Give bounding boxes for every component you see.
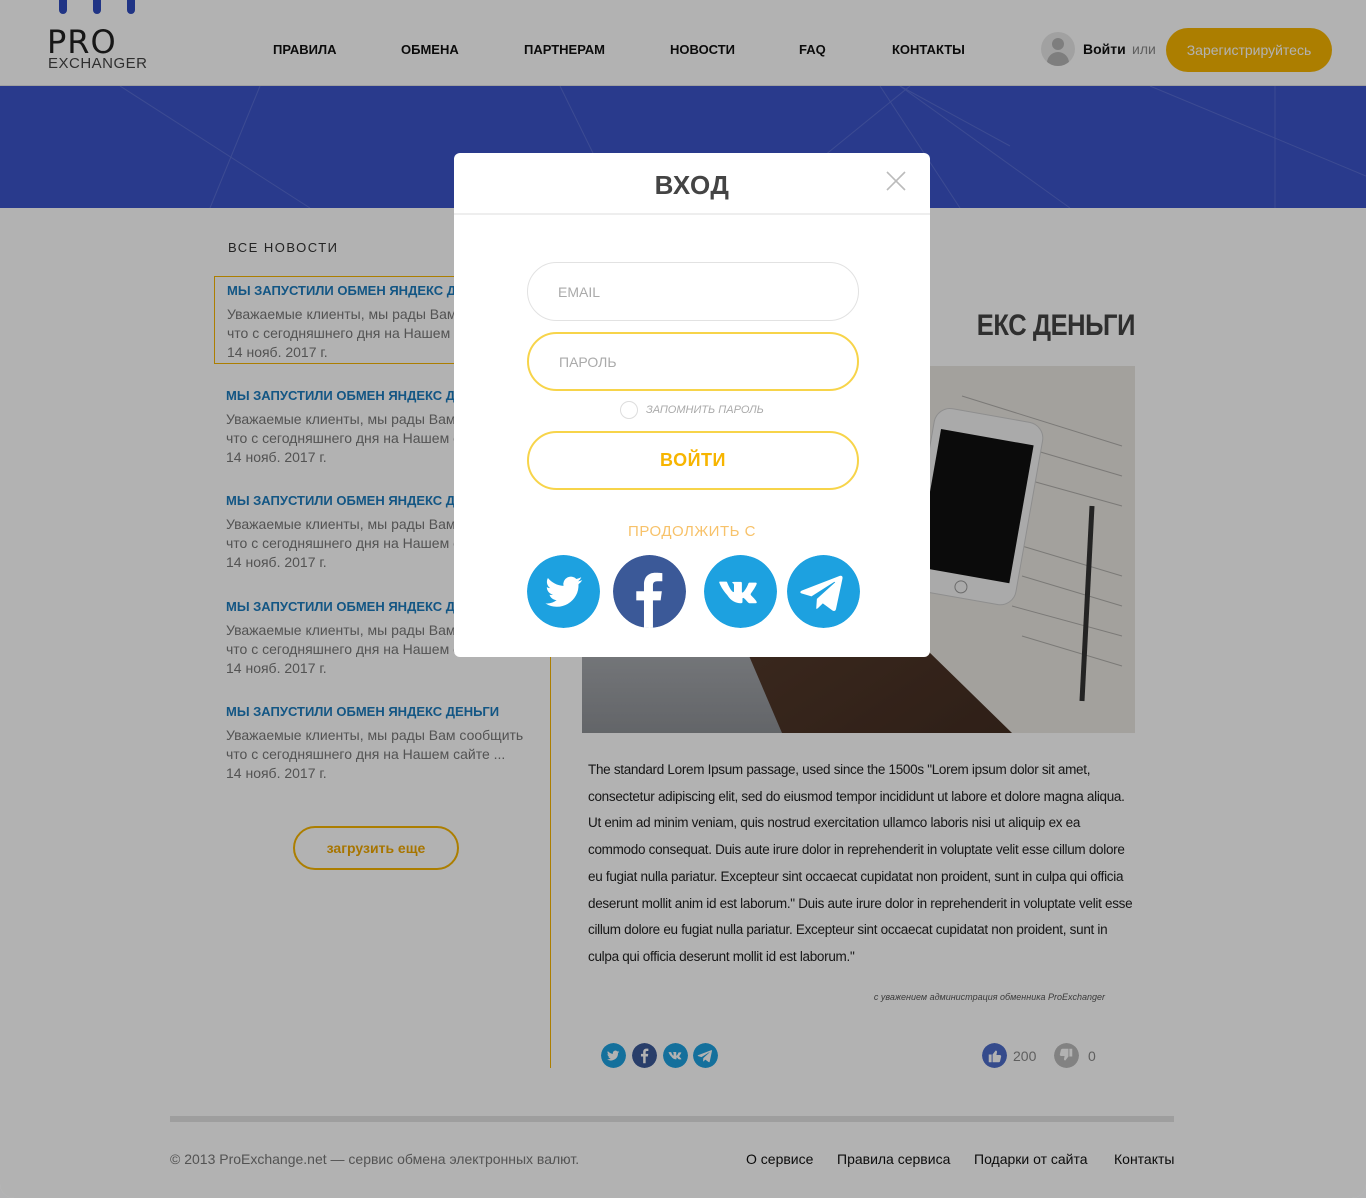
remember-checkbox[interactable] [620,401,638,419]
facebook-icon[interactable] [613,555,686,628]
modal-title: ВХОД [654,170,730,200]
continue-with-label: ПРОДОЛЖИТЬ С [628,523,756,540]
email-field[interactable] [527,262,859,321]
modal-divider [454,213,930,215]
login-submit-button[interactable]: ВОЙТИ [527,431,859,490]
vk-icon[interactable] [704,555,777,628]
remember-password-toggle[interactable]: ЗАПОМНИТЬ ПАРОЛЬ [620,401,820,419]
remember-label: ЗАПОМНИТЬ ПАРОЛЬ [646,404,764,416]
twitter-icon[interactable] [527,555,600,628]
telegram-icon[interactable] [787,555,860,628]
page: PRO EXCHANGER ПРАВИЛА ОБМЕНА ПАРТНЕРАМ Н… [0,0,1366,1198]
login-modal: ВХОД ЗАПОМНИТЬ ПАРОЛЬ ВОЙТИ ПРОДОЛЖИТЬ С [454,153,930,657]
password-field[interactable] [527,332,859,391]
close-icon[interactable] [884,169,908,193]
